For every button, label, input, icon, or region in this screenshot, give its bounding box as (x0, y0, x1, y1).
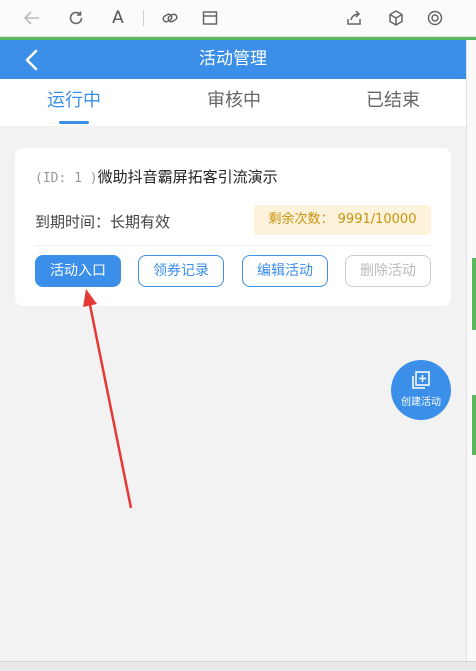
tab-ended[interactable]: 已结束 (333, 79, 453, 126)
delete-activity-button[interactable]: 删除活动 (345, 255, 431, 287)
tab-reviewing[interactable]: 审核中 (174, 79, 294, 126)
settings-circle-icon[interactable] (425, 8, 445, 28)
share-icon[interactable] (344, 8, 364, 28)
link-icon[interactable] (160, 8, 180, 28)
font-glyph: A (112, 8, 124, 28)
remaining-count-badge: 剩余次数： 9991/10000 (254, 205, 431, 235)
scroll-edge (466, 40, 476, 661)
fab-label: 创建活动 (401, 397, 441, 408)
activity-title: (ID: 1 )微助抖音霸屏拓客引流演示 (35, 166, 278, 187)
page-title: 活动管理 (199, 49, 267, 69)
card-divider (35, 245, 431, 246)
bottom-bar (0, 661, 476, 671)
browser-toolbar: A (0, 0, 476, 37)
window-icon[interactable] (200, 8, 220, 28)
app-header: 活动管理 (0, 40, 466, 79)
create-activity-fab[interactable]: 创建活动 (391, 360, 451, 420)
active-tab-indicator (59, 121, 89, 124)
activity-name: 微助抖音霸屏拓客引流演示 (97, 168, 278, 186)
edit-activity-button[interactable]: 编辑活动 (242, 255, 328, 287)
add-square-icon (411, 370, 431, 390)
font-icon[interactable]: A (108, 8, 128, 28)
activity-entry-button[interactable]: 活动入口 (35, 255, 121, 287)
refresh-icon[interactable] (66, 8, 86, 28)
tab-running[interactable]: 运行中 (14, 79, 134, 126)
coupon-records-button[interactable]: 领券记录 (138, 255, 224, 287)
activity-card: (ID: 1 )微助抖音霸屏拓客引流演示 到期时间：长期有效 剩余次数： 999… (15, 148, 451, 306)
side-marker (472, 258, 476, 330)
expire-time: 到期时间：长期有效 (35, 213, 171, 231)
side-marker (472, 395, 476, 455)
activity-id: (ID: 1 ) (35, 171, 98, 186)
status-tabs: 运行中 审核中 已结束 (0, 79, 466, 126)
cube-icon[interactable] (386, 8, 406, 28)
back-arrow-icon[interactable] (22, 8, 42, 28)
toolbar-separator (143, 10, 144, 26)
